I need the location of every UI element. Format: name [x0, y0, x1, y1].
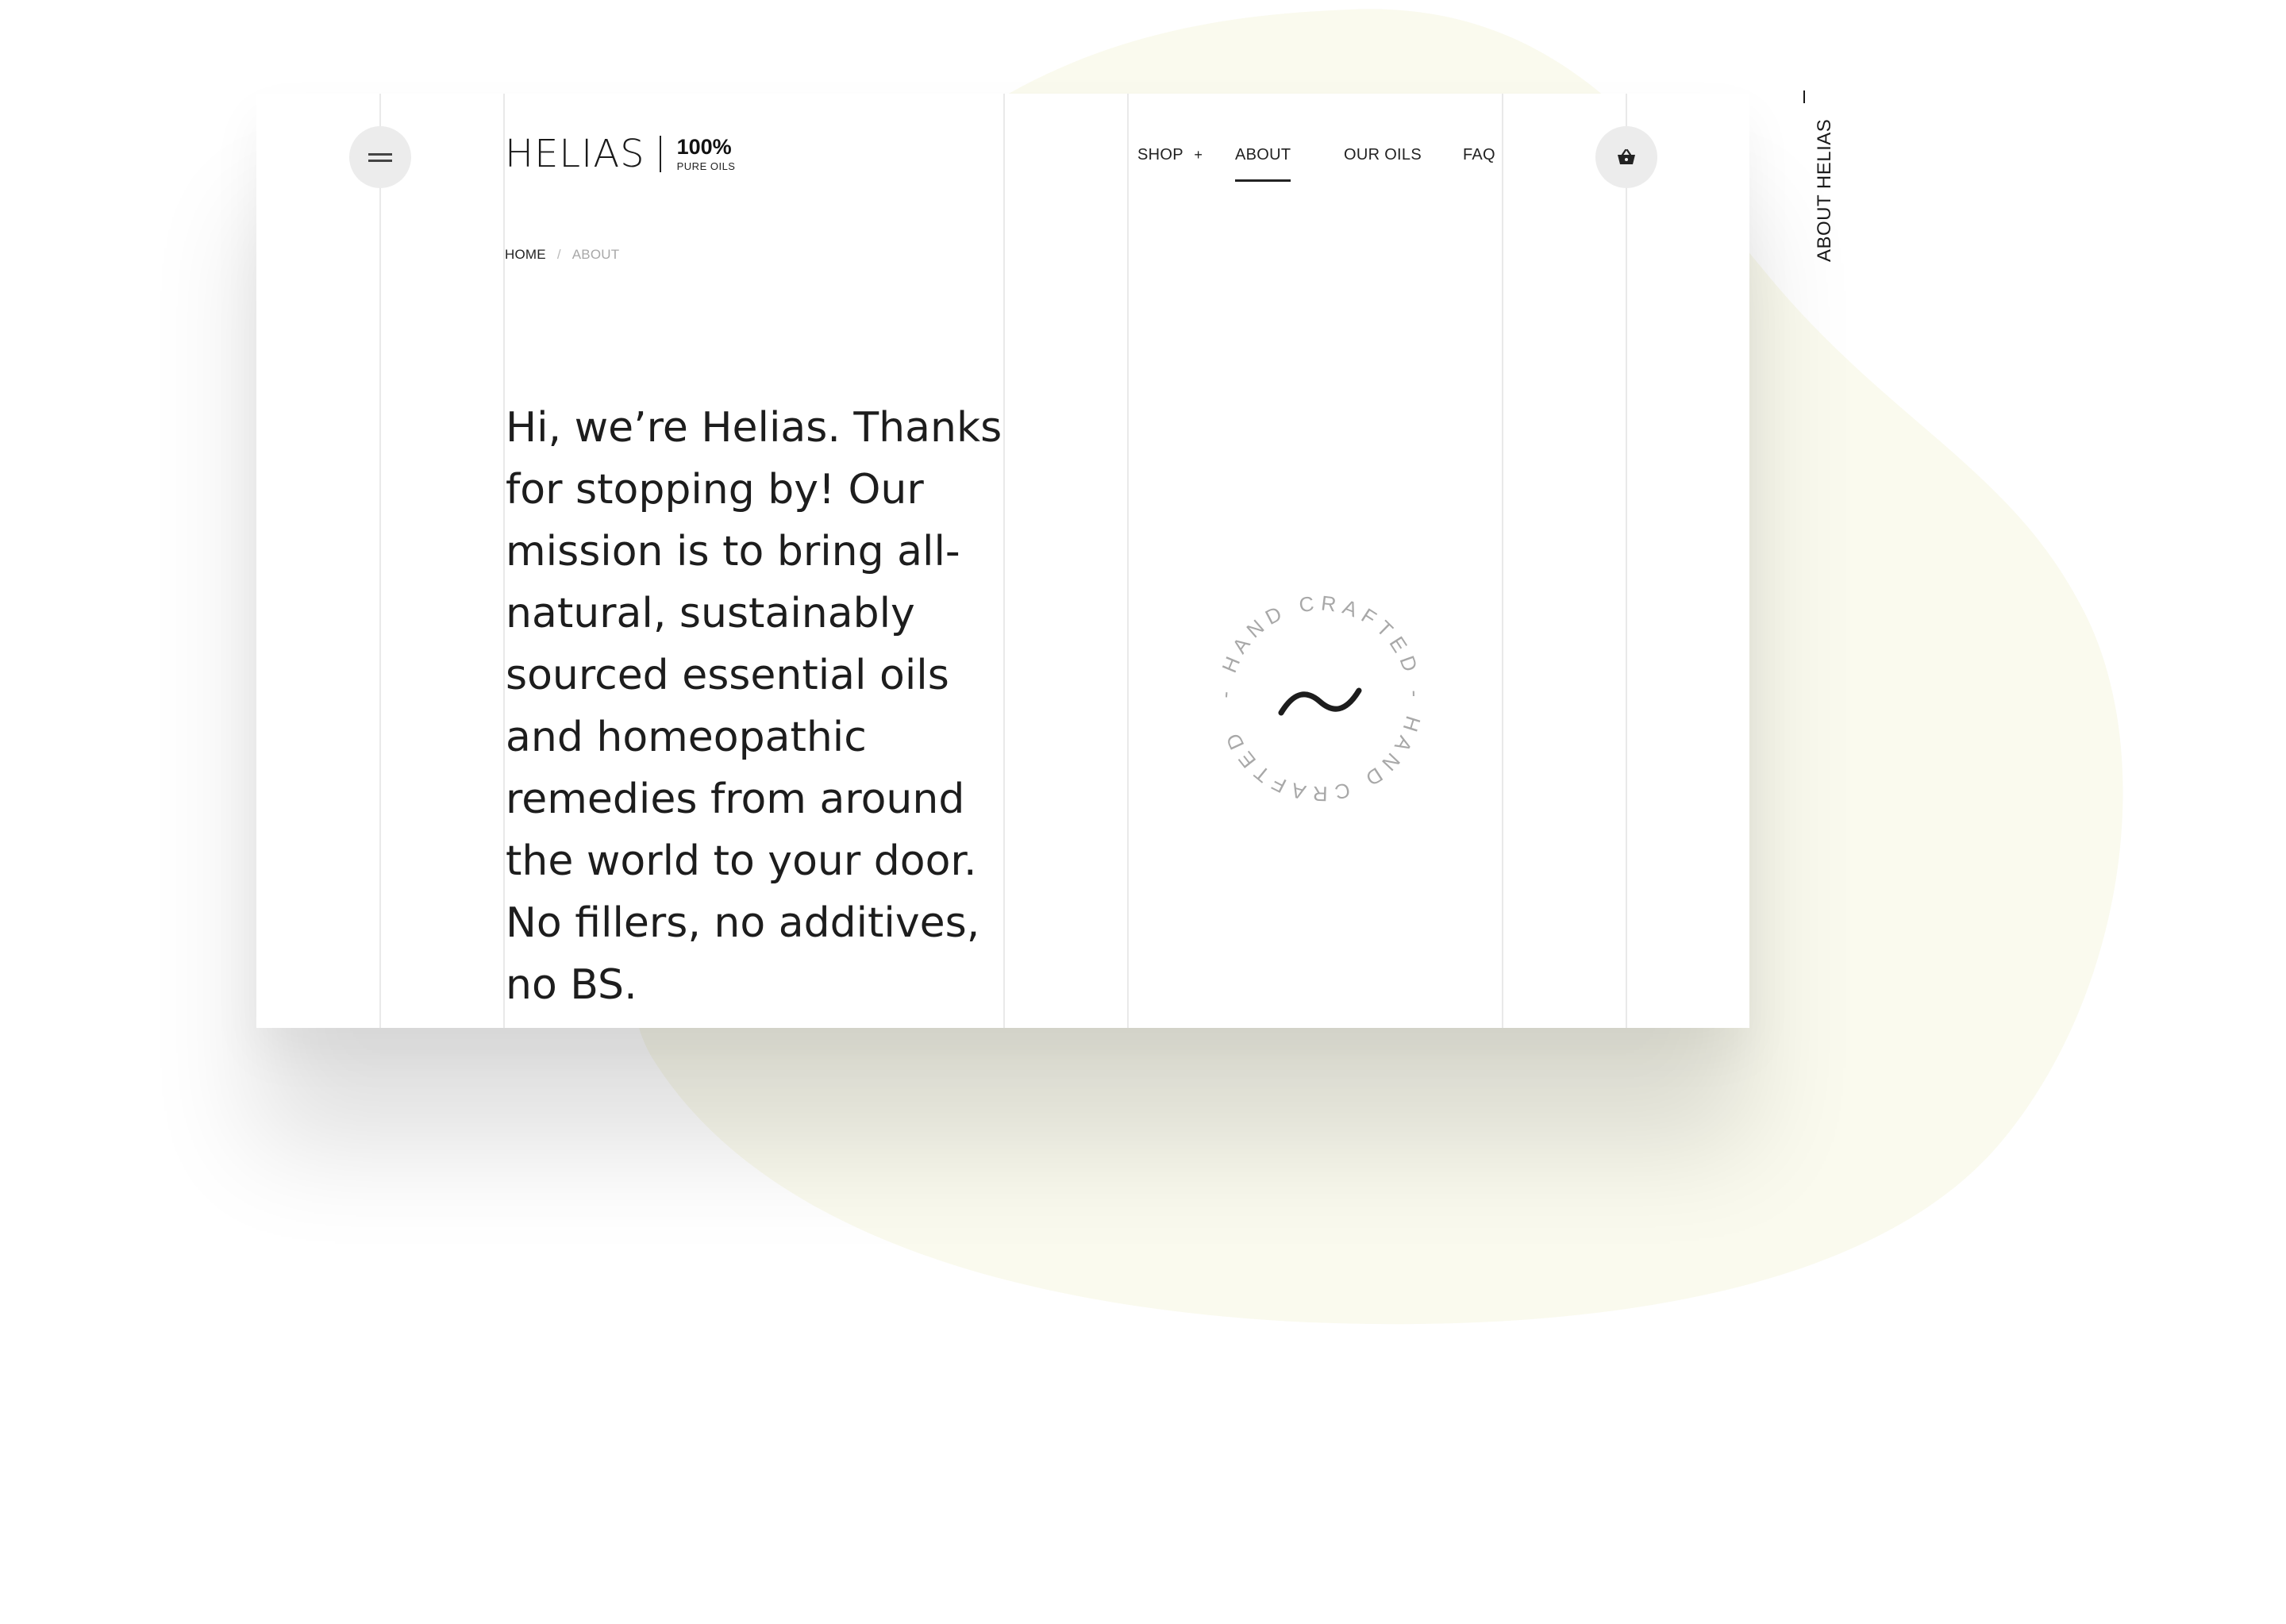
grid-line [503, 94, 505, 1028]
nav-item-about-label: ABOUT [1235, 146, 1291, 164]
breadcrumb-home-link[interactable]: HOME [505, 247, 546, 263]
main-card: HELIAS 100% PURE OILS SHOP + ABOUT OUR O… [256, 94, 1749, 1028]
side-label: ABOUT HELIAS [1790, 90, 1835, 273]
grid-line [1502, 94, 1503, 1028]
nav-item-our-oils-label: OUR OILS [1344, 146, 1422, 164]
grid-line [1127, 94, 1129, 1028]
handcrafted-stamp: - HAND CRAFTED - HAND CRAFTED [1213, 591, 1422, 806]
cart-button[interactable] [1595, 126, 1657, 188]
grid-line [379, 94, 381, 1028]
breadcrumb-separator: / [556, 247, 561, 262]
side-label-text: ABOUT HELIAS [1814, 118, 1835, 262]
nav-item-shop-label: SHOP [1137, 146, 1183, 164]
breadcrumb-current: ABOUT [572, 247, 620, 262]
plus-icon: + [1194, 147, 1203, 163]
nav-item-shop[interactable]: SHOP + [1137, 146, 1203, 164]
nav-item-our-oils[interactable]: OUR OILS [1344, 146, 1422, 164]
main-nav: SHOP + ABOUT OUR OILS FAQ [256, 146, 1749, 194]
intro-text: Hi, we’re Helias. Thanks for stopping by… [506, 404, 1003, 1009]
tilde-icon [1278, 687, 1362, 716]
side-label-dash [1803, 90, 1805, 103]
nav-item-faq-label: FAQ [1463, 146, 1495, 164]
page-canvas: HELIAS 100% PURE OILS SHOP + ABOUT OUR O… [0, 0, 2286, 1624]
nav-item-about[interactable]: ABOUT [1235, 146, 1291, 182]
breadcrumb: HOME / ABOUT [505, 247, 619, 263]
basket-icon [1618, 148, 1635, 164]
nav-item-faq[interactable]: FAQ [1463, 146, 1495, 164]
grid-line [1626, 94, 1627, 1028]
